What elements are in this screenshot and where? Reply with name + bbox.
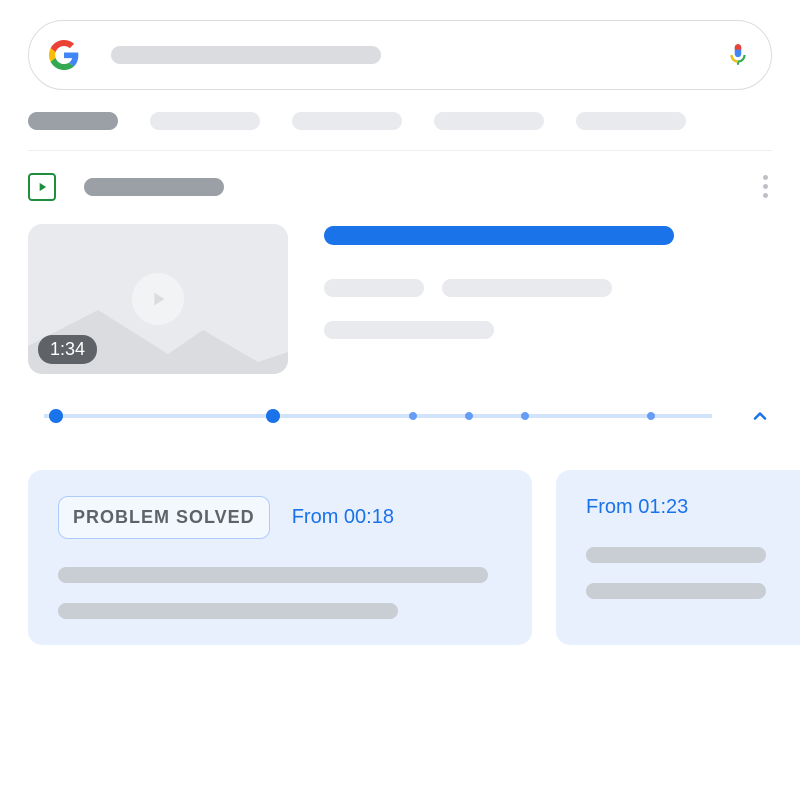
result-more-menu-icon[interactable] <box>759 171 772 202</box>
key-moment-timestamp[interactable]: From 00:18 <box>292 506 394 529</box>
key-moment-chip: PROBLEM SOLVED <box>58 496 270 539</box>
timeline-marker-minor[interactable] <box>521 412 529 420</box>
search-tab[interactable] <box>150 112 260 130</box>
video-result: 1:34 PROBLEM SOLVED From 00:18 From 01:23 <box>28 151 772 645</box>
key-moment-text-skeleton <box>586 547 766 563</box>
video-source-icon <box>28 173 56 201</box>
key-moment-timestamp[interactable]: From 01:23 <box>586 496 688 519</box>
key-moment-card[interactable]: From 01:23 <box>556 470 800 645</box>
timeline-track[interactable] <box>28 406 728 426</box>
search-tab[interactable] <box>434 112 544 130</box>
result-meta-skeleton <box>442 279 612 297</box>
collapse-key-moments-icon[interactable] <box>748 404 772 428</box>
key-moment-text-skeleton <box>586 583 766 599</box>
timeline-marker-major[interactable] <box>49 409 63 423</box>
timeline-marker-minor[interactable] <box>647 412 655 420</box>
result-text-block <box>324 224 772 374</box>
key-moment-text-skeleton <box>58 603 398 619</box>
result-header <box>28 171 772 202</box>
search-placeholder-skeleton <box>111 46 381 64</box>
timeline-marker-minor[interactable] <box>465 412 473 420</box>
search-tab-active[interactable] <box>28 112 118 130</box>
result-source-skeleton <box>84 178 224 196</box>
key-moment-card[interactable]: PROBLEM SOLVED From 00:18 <box>28 470 532 645</box>
result-title-skeleton[interactable] <box>324 226 674 245</box>
timeline-marker-minor[interactable] <box>409 412 417 420</box>
search-tabs <box>28 90 772 151</box>
video-duration-badge: 1:34 <box>38 335 97 364</box>
timeline-marker-major[interactable] <box>266 409 280 423</box>
key-moment-text-skeleton <box>58 567 488 583</box>
search-tab[interactable] <box>292 112 402 130</box>
key-moments-cards: PROBLEM SOLVED From 00:18 From 01:23 <box>28 470 800 645</box>
play-icon[interactable] <box>132 273 184 325</box>
video-thumbnail[interactable]: 1:34 <box>28 224 288 374</box>
search-tab[interactable] <box>576 112 686 130</box>
search-bar[interactable] <box>28 20 772 90</box>
result-meta-skeleton <box>324 279 424 297</box>
result-desc-skeleton <box>324 321 494 339</box>
voice-search-icon[interactable] <box>725 42 751 68</box>
google-logo-icon <box>49 40 79 70</box>
key-moments-timeline <box>28 404 772 428</box>
